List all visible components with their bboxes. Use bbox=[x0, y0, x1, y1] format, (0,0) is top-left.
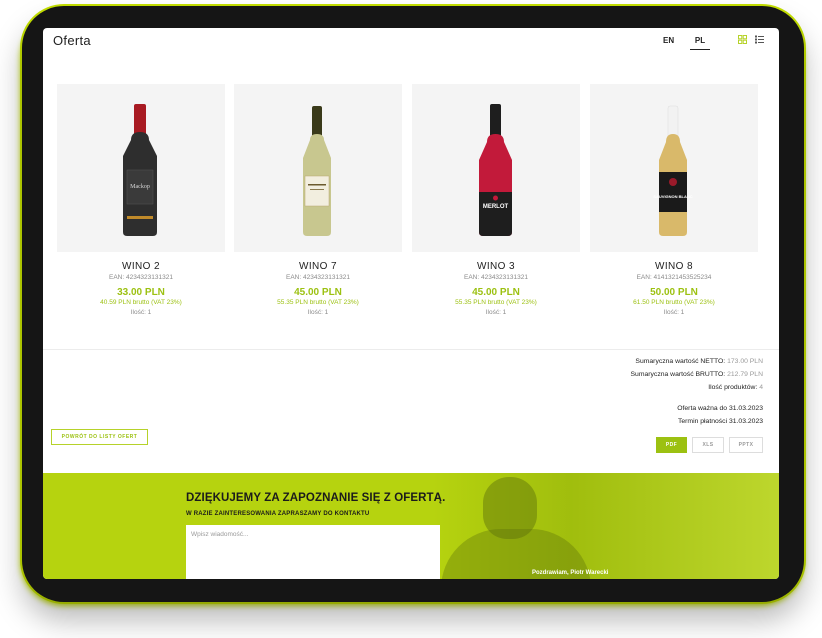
summary-netto-value: 173.00 PLN bbox=[727, 358, 763, 365]
summary-brutto-label: Sumaryczna wartość BRUTTO: bbox=[630, 371, 726, 378]
product-ean: EAN: 4234323131321 bbox=[464, 274, 528, 281]
product-price-net: 45.00 PLN bbox=[472, 287, 520, 298]
product-price-gross: 55.35 PLN brutto (VAT 23%) bbox=[277, 299, 359, 306]
wine-bottle-icon bbox=[303, 106, 331, 236]
summary-netto-row: Sumaryczna wartość NETTO: 173.00 PLN bbox=[631, 355, 763, 368]
product-name: WINO 3 bbox=[477, 261, 515, 272]
bottle-label-text: SAUVIGNON BLANC bbox=[653, 194, 692, 199]
product-quantity: Ilość: 1 bbox=[663, 309, 685, 316]
bottle-label-text: Mackop bbox=[130, 184, 150, 190]
summary-brutto-value: 212.79 PLN bbox=[727, 371, 763, 378]
export-pptx-button[interactable]: PPTX bbox=[729, 437, 763, 453]
section-divider bbox=[43, 349, 779, 350]
product-price-net: 45.00 PLN bbox=[294, 287, 342, 298]
product-card[interactable]: Mackop WINO 2 EAN: 4234323131321 33.00 P… bbox=[57, 84, 225, 324]
offer-valid-until: Oferta ważna do 31.03.2023 bbox=[677, 405, 763, 412]
summary-netto-label: Sumaryczna wartość NETTO: bbox=[635, 358, 726, 365]
product-quantity: Ilość: 1 bbox=[130, 309, 152, 316]
summary-brutto-row: Sumaryczna wartość BRUTTO: 212.79 PLN bbox=[631, 368, 763, 381]
product-image: MERLOT bbox=[412, 84, 580, 252]
contact-section: DZIĘKUJEMY ZA ZAPOZNANIE SIĘ Z OFERTĄ. W… bbox=[43, 473, 779, 579]
payment-deadline: Termin płatności 31.03.2023 bbox=[677, 418, 763, 425]
export-pdf-button[interactable]: PDF bbox=[656, 437, 687, 453]
language-pl[interactable]: PL bbox=[690, 36, 710, 50]
product-card[interactable]: SAUVIGNON BLANC WINO 8 EAN: 414132145352… bbox=[590, 84, 758, 324]
product-card[interactable]: MERLOT WINO 3 EAN: 4234323131321 45.00 P… bbox=[412, 84, 580, 324]
wine-bottle-icon: SAUVIGNON BLANC bbox=[653, 105, 693, 236]
product-price-gross: 40.59 PLN brutto (VAT 23%) bbox=[100, 299, 182, 306]
message-input[interactable] bbox=[186, 525, 440, 579]
brand-title: Oferta bbox=[53, 33, 91, 48]
product-card[interactable]: WINO 7 EAN: 4234323131321 45.00 PLN 55.3… bbox=[234, 84, 402, 324]
product-price-gross: 55.35 PLN brutto (VAT 23%) bbox=[455, 299, 537, 306]
summary-count-label: Ilość produktów: bbox=[708, 384, 758, 391]
product-name: WINO 7 bbox=[299, 261, 337, 272]
offer-summary: Sumaryczna wartość NETTO: 173.00 PLN Sum… bbox=[631, 355, 763, 428]
wine-bottle-icon: MERLOT bbox=[479, 104, 512, 236]
product-ean: EAN: 4141321453525234 bbox=[636, 274, 712, 281]
back-to-offers-button[interactable]: POWRÓT DO LISTY OFERT bbox=[51, 429, 148, 445]
product-quantity: Ilość: 1 bbox=[485, 309, 507, 316]
offer-screen: Oferta EN PL Mackop WINO 2 EAN: 42343231… bbox=[43, 28, 779, 579]
product-name: WINO 8 bbox=[655, 261, 693, 272]
product-name: WINO 2 bbox=[122, 261, 160, 272]
list-icon[interactable] bbox=[755, 35, 764, 44]
thanks-heading: DZIĘKUJEMY ZA ZAPOZNANIE SIĘ Z OFERTĄ. bbox=[186, 492, 446, 504]
product-image: SAUVIGNON BLANC bbox=[590, 84, 758, 252]
contact-subtitle: W RAZIE ZAINTERESOWANIA ZAPRASZAMY DO KO… bbox=[186, 511, 370, 517]
product-ean: EAN: 4234323131321 bbox=[286, 274, 350, 281]
bottle-label-text: MERLOT bbox=[483, 204, 509, 210]
language-en[interactable]: EN bbox=[663, 36, 674, 45]
signature: Pozdrawiam, Piotr Warecki bbox=[532, 570, 609, 576]
wine-bottle-icon: Mackop bbox=[123, 104, 157, 236]
product-image: Mackop bbox=[57, 84, 225, 252]
summary-count-row: Ilość produktów: 4 bbox=[631, 381, 763, 394]
product-price-net: 50.00 PLN bbox=[650, 287, 698, 298]
contact-person-head bbox=[483, 477, 537, 539]
export-xls-button[interactable]: XLS bbox=[692, 437, 724, 453]
summary-count-value: 4 bbox=[759, 384, 763, 391]
product-image bbox=[234, 84, 402, 252]
product-quantity: Ilość: 1 bbox=[307, 309, 329, 316]
product-grid: Mackop WINO 2 EAN: 4234323131321 33.00 P… bbox=[57, 84, 760, 324]
product-price-net: 33.00 PLN bbox=[117, 287, 165, 298]
product-price-gross: 61.50 PLN brutto (VAT 23%) bbox=[633, 299, 715, 306]
grid-icon[interactable] bbox=[738, 35, 747, 44]
product-ean: EAN: 4234323131321 bbox=[109, 274, 173, 281]
